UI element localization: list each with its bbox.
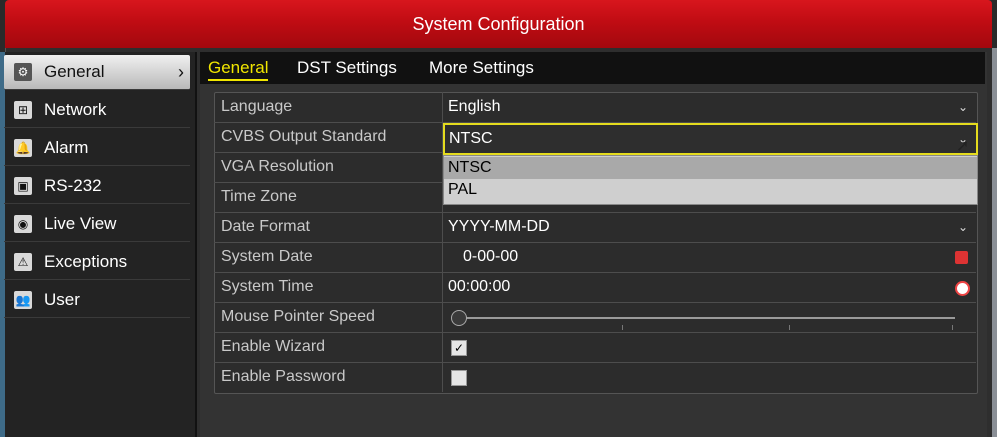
divider <box>442 272 443 302</box>
setting-row-system-time: System Time 00:00:00 <box>214 272 976 303</box>
sidebar-item-label: User <box>44 290 80 309</box>
sidebar-item-label: RS-232 <box>44 176 102 195</box>
sidebar-item-label: Exceptions <box>44 252 128 271</box>
chevron-right-icon: › <box>178 62 184 82</box>
system-date-field[interactable]: 0-00-00 <box>463 242 518 272</box>
alarm-bell-icon: 🔔 <box>14 139 32 157</box>
setting-label: System Time <box>221 278 314 295</box>
warning-icon: ⚠ <box>14 253 32 271</box>
sidebar-item-general[interactable]: ⚙ General › <box>4 55 190 90</box>
enable-password-checkbox[interactable] <box>451 370 467 386</box>
sidebar-item-label: General <box>44 62 105 81</box>
dropdown-option-pal[interactable]: PAL <box>444 179 977 201</box>
setting-row-system-date: System Date 0-00-00 <box>214 242 976 273</box>
slider-tick <box>622 325 623 330</box>
tab-dst-settings[interactable]: DST Settings <box>297 58 397 78</box>
setting-row-enable-wizard: Enable Wizard <box>214 332 976 363</box>
sidebar-item-exceptions[interactable]: ⚠ Exceptions <box>4 245 190 280</box>
sidebar-item-live-view[interactable]: ◉ Live View <box>4 207 190 242</box>
sidebar-item-alarm[interactable]: 🔔 Alarm <box>4 131 190 166</box>
slider-tick <box>789 325 790 330</box>
sidebar-item-label: Network <box>44 100 107 119</box>
divider <box>442 332 443 362</box>
serial-port-icon: ▣ <box>14 177 32 195</box>
setting-label: Time Zone <box>221 188 297 205</box>
cvbs-selected-value: NTSC <box>449 130 493 147</box>
setting-label: Enable Wizard <box>221 338 326 355</box>
mouse-speed-slider-track[interactable] <box>460 317 955 319</box>
setting-label: Enable Password <box>221 368 346 385</box>
enable-wizard-checkbox[interactable]: ✓ <box>451 340 467 356</box>
setting-label: CVBS Output Standard <box>221 128 387 145</box>
slider-tick <box>952 325 953 330</box>
mouse-speed-slider-handle[interactable] <box>451 310 467 326</box>
setting-row-language: Language English ⌄ <box>214 92 976 123</box>
divider <box>442 212 443 242</box>
cvbs-output-select[interactable]: NTSC ⌄ <box>443 123 978 155</box>
eye-icon: ◉ <box>14 215 32 233</box>
divider <box>442 92 443 122</box>
setting-label: Language <box>221 98 293 115</box>
tab-more-settings[interactable]: More Settings <box>429 58 534 78</box>
calendar-icon[interactable] <box>955 251 968 264</box>
gear-icon: ⚙ <box>14 63 32 81</box>
sidebar-item-label: Alarm <box>44 138 89 157</box>
chevron-down-icon[interactable]: ⌄ <box>958 92 968 122</box>
setting-label: Date Format <box>221 218 310 235</box>
sidebar-item-label: Live View <box>44 214 117 233</box>
window-edge <box>992 48 997 437</box>
option-label: NTSC <box>448 159 492 176</box>
language-select[interactable]: English <box>448 92 500 122</box>
setting-label: System Date <box>221 248 313 265</box>
setting-row-enable-password: Enable Password <box>214 362 976 392</box>
setting-label: VGA Resolution <box>221 158 334 175</box>
clock-icon[interactable] <box>955 281 970 296</box>
users-icon: 👥 <box>14 291 32 309</box>
tab-general[interactable]: General <box>208 58 269 81</box>
sidebar-item-user[interactable]: 👥 User <box>4 283 190 318</box>
option-label: PAL <box>448 181 478 198</box>
divider <box>442 362 443 392</box>
cvbs-dropdown-list: NTSC PAL <box>443 155 978 205</box>
chevron-down-icon[interactable]: ⌄ <box>958 212 968 242</box>
divider <box>442 242 443 272</box>
setting-row-date-format: Date Format YYYY-MM-DD ⌄ <box>214 212 976 243</box>
divider <box>442 302 443 332</box>
sidebar-item-rs232[interactable]: ▣ RS-232 <box>4 169 190 204</box>
dropdown-option-ntsc[interactable]: NTSC <box>444 157 977 179</box>
setting-label: Mouse Pointer Speed <box>221 308 375 325</box>
system-time-field[interactable]: 00:00:00 <box>448 272 510 302</box>
date-format-select[interactable]: YYYY-MM-DD <box>448 212 550 242</box>
window-title: System Configuration <box>5 0 992 48</box>
sidebar-item-network[interactable]: ⊞ Network <box>4 93 190 128</box>
network-icon: ⊞ <box>14 101 32 119</box>
